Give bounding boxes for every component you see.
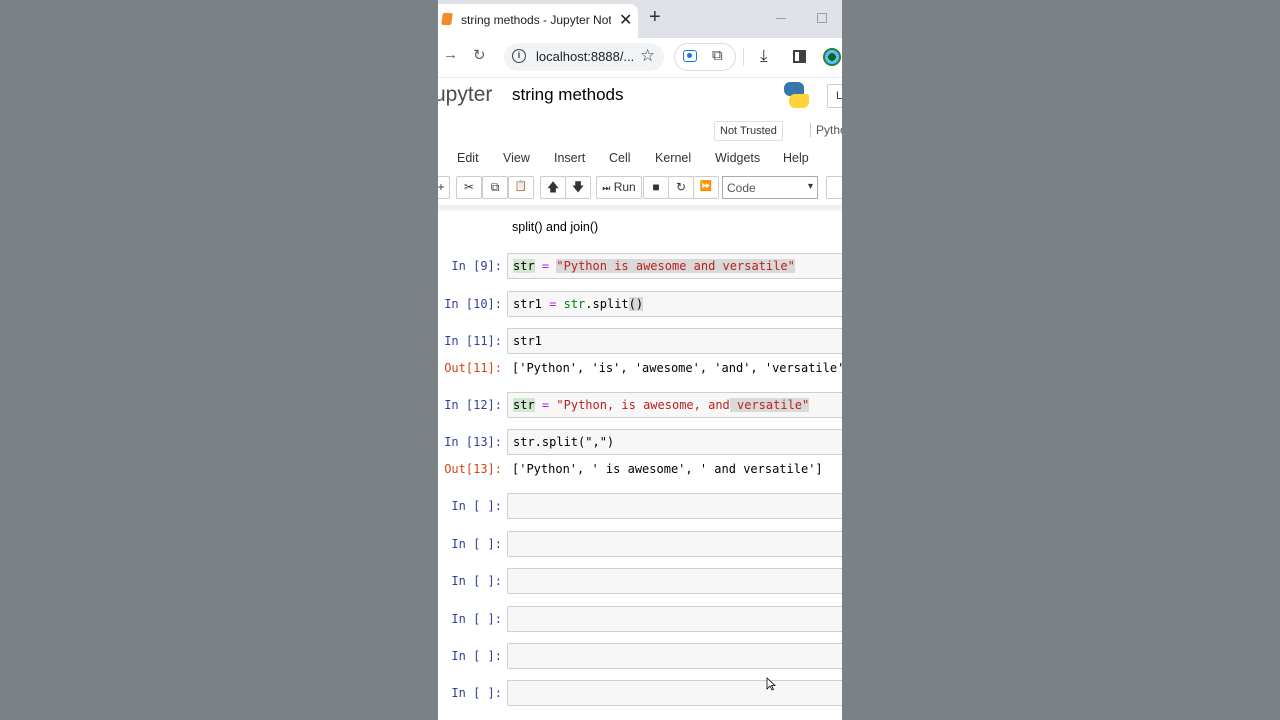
empty-code-cell[interactable] xyxy=(507,531,842,557)
input-prompt: In [9]: xyxy=(451,259,502,273)
cell-type-value: Code xyxy=(727,181,756,195)
bookmark-star-icon[interactable]: ☆ xyxy=(640,46,655,66)
logout-button[interactable]: L xyxy=(827,84,842,108)
restart-run-all-icon[interactable]: ⏩ xyxy=(693,176,719,199)
kernel-indicator: Python 3 xyxy=(810,123,842,137)
code-cell[interactable]: str1 = str.split() xyxy=(507,291,842,317)
input-prompt: In [ ]: xyxy=(451,574,502,588)
address-bar[interactable]: i localhost:8888/... ☆ xyxy=(504,43,664,71)
extensions-group: ⧉ xyxy=(674,43,736,71)
code-cell[interactable]: str.split(",") xyxy=(507,429,842,455)
notebook-toolbar: + ✂ ⧉ 📋 🡅 🡇 ⏭ Run ■ ↻ ⏩ Code ▾ xyxy=(438,174,842,202)
input-prompt: In [11]: xyxy=(444,334,502,348)
jupyter-header: upyter string methods L xyxy=(438,78,842,116)
menu-help[interactable]: Help xyxy=(783,151,809,165)
mouse-cursor-icon xyxy=(766,677,776,691)
jupyter-logo[interactable]: upyter xyxy=(438,83,492,107)
chevron-down-icon: ▾ xyxy=(807,181,813,192)
paste-icon[interactable]: 📋 xyxy=(508,176,534,199)
markdown-cell[interactable]: split() and join() xyxy=(512,220,598,234)
output-prompt: Out[11]: xyxy=(444,361,502,375)
code-cell[interactable]: str1 xyxy=(507,328,842,354)
input-prompt: In [ ]: xyxy=(451,612,502,626)
menu-bar: Edit View Insert Cell Kernel Widgets Hel… xyxy=(438,146,842,172)
minimize-icon[interactable] xyxy=(776,18,786,19)
command-palette-button[interactable] xyxy=(826,176,842,199)
trust-status-button[interactable]: Not Trusted xyxy=(714,121,783,141)
python-logo-icon xyxy=(784,82,809,108)
maximize-icon[interactable] xyxy=(817,13,827,23)
code-cell[interactable]: str = "Python, is awesome, and versatile… xyxy=(507,392,842,418)
code-cell[interactable]: str = "Python is awesome and versatile" xyxy=(507,253,842,279)
code-text[interactable]: str1 = str.split() xyxy=(513,297,644,311)
download-icon[interactable]: ⤓ xyxy=(760,46,768,66)
close-tab-icon[interactable]: ✕ xyxy=(619,10,632,30)
code-text[interactable]: str = "Python, is awesome, and versatile… xyxy=(513,398,810,412)
empty-code-cell[interactable] xyxy=(507,606,842,632)
run-button[interactable]: ⏭ Run xyxy=(596,176,642,199)
empty-code-cell[interactable] xyxy=(507,680,842,706)
new-tab-button[interactable]: + xyxy=(649,6,661,29)
insert-cell-button[interactable]: + xyxy=(438,176,450,199)
input-prompt: In [ ]: xyxy=(451,649,502,663)
empty-code-cell[interactable] xyxy=(507,493,842,519)
tab-strip: string methods - Jupyter Notebook ✕ + xyxy=(438,0,842,38)
menu-edit[interactable]: Edit xyxy=(457,151,479,165)
cut-icon[interactable]: ✂ xyxy=(456,176,482,199)
move-down-icon[interactable]: 🡇 xyxy=(565,176,591,199)
empty-code-cell[interactable] xyxy=(507,643,842,669)
extensions-puzzle-icon[interactable]: ⧉ xyxy=(712,47,723,64)
reload-icon[interactable]: ↻ xyxy=(473,46,486,64)
move-up-icon[interactable]: 🡅 xyxy=(540,176,566,199)
toolbar-separator xyxy=(743,48,744,66)
code-text[interactable]: str.split(",") xyxy=(513,435,614,449)
browser-window: string methods - Jupyter Notebook ✕ + → … xyxy=(438,0,842,720)
browser-toolbar: → ↻ i localhost:8888/... ☆ ⧉ ⤓ xyxy=(438,38,842,78)
empty-code-cell[interactable] xyxy=(507,568,842,594)
input-prompt: In [13]: xyxy=(444,435,502,449)
menu-widgets[interactable]: Widgets xyxy=(715,151,760,165)
input-prompt: In [ ]: xyxy=(451,499,502,513)
profile-avatar[interactable] xyxy=(823,48,841,66)
menu-insert[interactable]: Insert xyxy=(554,151,585,165)
output-prompt: Out[13]: xyxy=(444,462,502,476)
menu-cell[interactable]: Cell xyxy=(609,151,631,165)
side-panel-icon[interactable] xyxy=(793,50,806,63)
run-icon: ⏭ xyxy=(602,183,611,193)
forward-icon[interactable]: → xyxy=(443,46,458,63)
screen-recorder-icon[interactable] xyxy=(683,50,697,62)
header-divider xyxy=(438,205,842,207)
code-text[interactable]: str1 xyxy=(513,334,542,348)
tab-title: string methods - Jupyter Notebook xyxy=(461,13,611,27)
jupyter-favicon-icon xyxy=(441,13,453,25)
notebook-name[interactable]: string methods xyxy=(512,85,624,105)
stop-icon[interactable]: ■ xyxy=(643,176,669,199)
run-label: Run xyxy=(613,180,636,194)
url-text[interactable]: localhost:8888/... xyxy=(536,49,634,64)
cell-output: ['Python', 'is', 'awesome', 'and', 'vers… xyxy=(512,361,842,375)
input-prompt: In [12]: xyxy=(444,398,502,412)
input-prompt: In [ ]: xyxy=(451,686,502,700)
restart-icon[interactable]: ↻ xyxy=(668,176,694,199)
menu-view[interactable]: View xyxy=(503,151,530,165)
browser-tab[interactable]: string methods - Jupyter Notebook ✕ xyxy=(438,4,638,38)
input-prompt: In [ ]: xyxy=(451,537,502,551)
notebook-status-row: Not Trusted Python 3 xyxy=(438,116,842,146)
menu-kernel[interactable]: Kernel xyxy=(655,151,691,165)
cell-type-select[interactable]: Code ▾ xyxy=(722,176,818,199)
site-info-icon[interactable]: i xyxy=(512,49,526,63)
code-text[interactable]: str = "Python is awesome and versatile" xyxy=(513,259,795,273)
copy-icon[interactable]: ⧉ xyxy=(482,176,508,199)
cell-output: ['Python', ' is awesome', ' and versatil… xyxy=(512,462,823,476)
input-prompt: In [10]: xyxy=(444,297,502,311)
